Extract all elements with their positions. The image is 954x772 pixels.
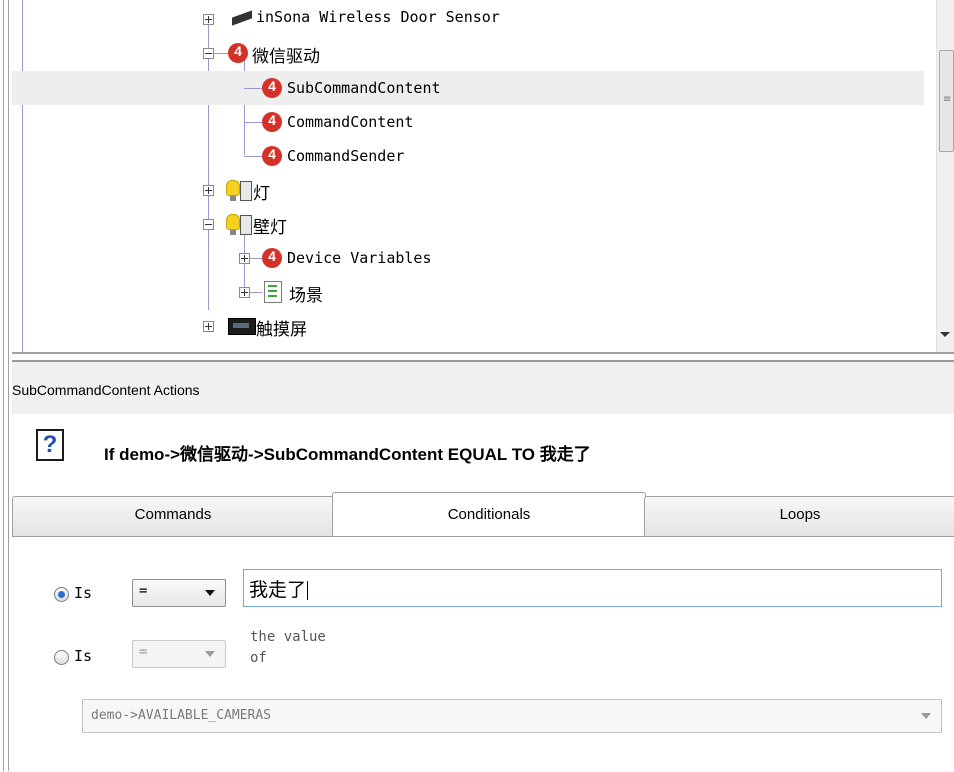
variable-icon: 4	[262, 112, 282, 132]
tree-item-light[interactable]: 灯	[12, 173, 924, 207]
tree-scrollbar[interactable]: ≡	[936, 0, 954, 352]
variable-select[interactable]: demo->AVAILABLE_CAMERAS	[82, 699, 942, 733]
expand-icon[interactable]	[239, 287, 250, 298]
tree-item-label: CommandContent	[287, 113, 414, 131]
is-radio[interactable]	[54, 650, 69, 665]
expand-icon[interactable]	[203, 185, 214, 196]
tab-strip: Commands Conditionals Loops	[12, 490, 954, 539]
tree-item-label: 壁灯	[253, 218, 287, 238]
tree-item-label: SubCommandContent	[287, 79, 441, 97]
actions-header: SubCommandContent Actions	[12, 362, 954, 414]
operator-select-disabled[interactable]: =	[132, 640, 226, 668]
variable-icon: 4	[262, 146, 282, 166]
value-input[interactable]: 我走了	[243, 569, 942, 607]
actions-title: SubCommandContent Actions	[12, 382, 200, 398]
scrollbar-thumb[interactable]: ≡	[939, 50, 954, 152]
is-radio-selected[interactable]	[54, 587, 69, 602]
tree-item-commandcontent[interactable]: 4 CommandContent	[12, 105, 924, 139]
tree-item-commandsender[interactable]: 4 CommandSender	[12, 139, 924, 173]
tree-item-label: CommandSender	[287, 147, 405, 165]
tab-commands[interactable]: Commands	[12, 496, 334, 537]
condition-summary-text: If demo->微信驱动->SubCommandContent EQUAL T…	[104, 445, 591, 464]
variable-icon: 4	[262, 248, 282, 268]
tree-item-label: Device Variables	[287, 249, 432, 267]
light-icon	[226, 180, 252, 201]
tree-item-label: inSona Wireless Door Sensor	[256, 8, 500, 26]
conditionals-panel: Is = 我走了 Is = the value of demo->AVAILAB…	[12, 536, 954, 772]
tab-loops[interactable]: Loops	[644, 496, 954, 537]
collapse-icon[interactable]	[203, 219, 214, 230]
chevron-down-icon	[205, 590, 215, 596]
tree-item-label: 灯	[253, 184, 270, 204]
chevron-down-icon	[205, 651, 215, 657]
condition-summary: ? If demo->微信驱动->SubCommandContent EQUAL…	[12, 414, 954, 491]
expand-icon[interactable]	[203, 14, 214, 25]
expand-icon[interactable]	[203, 321, 214, 332]
expand-icon[interactable]	[239, 253, 250, 264]
tree-item-touchscreen[interactable]: 触摸屏	[12, 309, 924, 343]
tab-conditionals[interactable]: Conditionals	[332, 492, 646, 539]
scroll-down-icon[interactable]	[940, 332, 950, 337]
collapse-icon[interactable]	[203, 48, 214, 59]
is-label: Is	[74, 584, 93, 602]
operator-select[interactable]: =	[132, 579, 226, 607]
driver-icon: 4	[228, 43, 248, 63]
left-rail	[0, 0, 12, 771]
chevron-down-icon	[921, 713, 931, 719]
tree-item-device-variables[interactable]: 4 Device Variables	[12, 241, 924, 275]
tree-item-subcommandcontent[interactable]: 4 SubCommandContent	[12, 71, 924, 105]
tree-item-label: 微信驱动	[252, 47, 320, 67]
touchscreen-icon	[228, 318, 256, 335]
tree-item-label: 场景	[289, 286, 323, 306]
light-icon	[226, 214, 252, 235]
tree-item-wechat-driver[interactable]: 4 微信驱动	[12, 36, 924, 70]
help-icon[interactable]: ?	[36, 429, 64, 461]
variable-icon: 4	[262, 78, 282, 98]
value-of-hint: the value of	[250, 629, 326, 666]
tree-item-scene[interactable]: 场景	[12, 275, 924, 309]
door-sensor-icon	[232, 10, 254, 24]
tree-item-door-sensor[interactable]: inSona Wireless Door Sensor	[12, 2, 924, 36]
tree-item-label: 触摸屏	[256, 320, 307, 340]
is-label: Is	[74, 647, 93, 665]
project-tree[interactable]: inSona Wireless Door Sensor 4 微信驱动 4 Sub…	[12, 0, 954, 352]
scene-icon	[264, 281, 282, 303]
splitter[interactable]	[12, 352, 954, 354]
tree-item-wall-light[interactable]: 壁灯	[12, 207, 924, 241]
